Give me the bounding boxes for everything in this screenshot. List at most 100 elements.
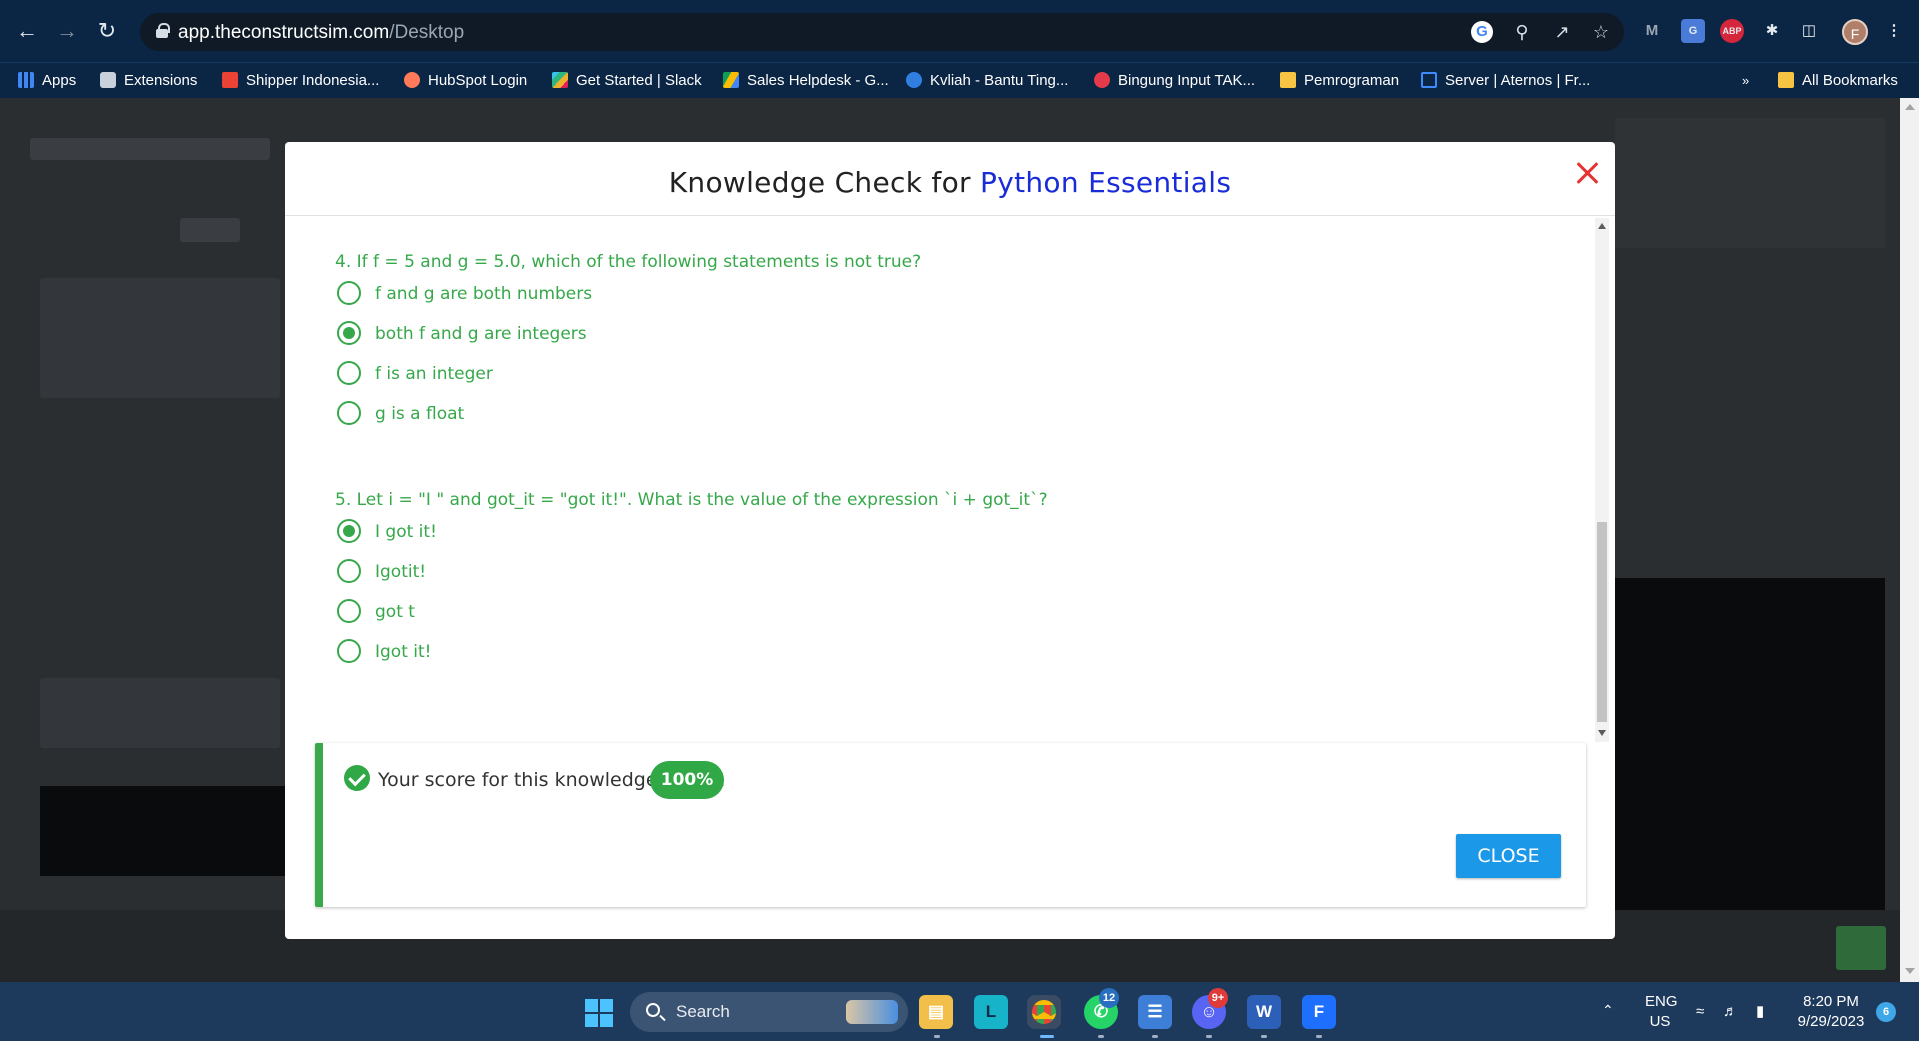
search-icon [646, 1003, 660, 1017]
folder-icon [1778, 72, 1794, 88]
scrollbar-thumb[interactable] [1597, 522, 1607, 722]
google-lens-icon[interactable]: G [1471, 21, 1493, 43]
slack-icon [552, 72, 568, 88]
active-indicator [1040, 1035, 1054, 1038]
back-arrow-icon[interactable]: ← [14, 18, 40, 44]
close-button[interactable]: CLOSE [1456, 834, 1561, 878]
scroll-down-icon[interactable] [1598, 730, 1606, 736]
forward-arrow-icon[interactable]: → [54, 18, 80, 44]
app-l-icon[interactable]: L [974, 995, 1008, 1029]
bookmark-shipper-indonesia[interactable]: Shipper Indonesia... [222, 63, 379, 99]
taskbar-search[interactable]: Search [630, 992, 908, 1032]
radio-button[interactable] [337, 281, 361, 305]
placeholder-block [1836, 926, 1886, 970]
bookmark-aternos[interactable]: Server | Aternos | Fr... [1421, 63, 1590, 99]
bookmark-extensions[interactable]: Extensions [100, 63, 197, 99]
all-bookmarks[interactable]: All Bookmarks [1778, 63, 1898, 99]
bookmark-bingung-input[interactable]: Bingung Input TAK... [1094, 63, 1255, 99]
folder-icon [1280, 72, 1296, 88]
search-highlight-icon [846, 1000, 898, 1024]
wifi-icon[interactable]: ≈ [1696, 1002, 1704, 1022]
address-bar[interactable]: app.theconstructsim.com/Desktop G ⚲ ↗ ☆ [140, 13, 1624, 51]
bookmark-label: HubSpot Login [428, 72, 528, 89]
placeholder-block [1615, 578, 1885, 948]
questions-area: 4. If f = 5 and g = 5.0, which of the fo… [285, 217, 1615, 743]
bookmark-slack[interactable]: Get Started | Slack [552, 63, 702, 99]
file-explorer-icon[interactable]: ▤ [919, 995, 953, 1029]
lock-icon[interactable] [156, 23, 170, 38]
side-panel-icon[interactable]: ◫ [1797, 19, 1821, 43]
modal-header: Knowledge Check for Python Essentials [285, 142, 1615, 216]
placeholder-block [40, 678, 280, 748]
option-label: I got it! [375, 522, 437, 542]
knowledge-check-modal: Knowledge Check for Python Essentials 4.… [285, 142, 1615, 939]
radio-button[interactable] [337, 639, 361, 663]
speaker-icon[interactable]: ♬ [1723, 1002, 1738, 1022]
app-f-icon[interactable]: F [1302, 995, 1336, 1029]
whatsapp-badge: 12 [1099, 988, 1119, 1008]
close-x-icon[interactable] [1572, 158, 1602, 188]
option-label: f is an integer [375, 364, 493, 384]
google-drive-icon [723, 72, 739, 88]
scroll-down-icon[interactable] [1905, 968, 1915, 974]
scroll-up-icon[interactable] [1905, 104, 1915, 110]
aternos-icon [1421, 72, 1437, 88]
question-4-text: 4. If f = 5 and g = 5.0, which of the fo… [335, 252, 922, 272]
menu-kebab-icon[interactable]: ⋮ [1882, 19, 1906, 43]
more-bookmarks-chevron-icon[interactable]: » [1742, 63, 1749, 99]
profile-avatar[interactable]: F [1842, 19, 1868, 45]
check-circle-icon [344, 765, 370, 791]
bookmark-pemrograman[interactable]: Pemrograman [1280, 63, 1399, 99]
notepad-icon[interactable]: ☰ [1138, 995, 1172, 1029]
windows-start-icon[interactable] [585, 999, 613, 1027]
key-icon[interactable]: ⚲ [1511, 21, 1533, 43]
chrome-icon[interactable] [1027, 995, 1061, 1029]
radio-button-selected[interactable] [337, 519, 361, 543]
clock-date: 9/29/2023 [1797, 1013, 1865, 1030]
reload-icon[interactable]: ↻ [94, 18, 120, 44]
adblock-icon[interactable]: ABP [1720, 19, 1744, 43]
url-text[interactable]: app.theconstructsim.com/Desktop [178, 22, 464, 44]
language-indicator[interactable]: ENG US [1645, 992, 1678, 1032]
running-indicator [1098, 1035, 1104, 1038]
bookmark-label: Extensions [124, 72, 198, 89]
tray-chevron-up-icon[interactable]: ⌃ [1602, 1000, 1614, 1020]
modal-scrollbar[interactable] [1595, 218, 1609, 742]
radio-button[interactable] [337, 559, 361, 583]
word-icon[interactable]: W [1247, 995, 1281, 1029]
bookmark-label: Server | Aternos | Fr... [1445, 72, 1591, 89]
notification-badge[interactable]: 6 [1876, 1002, 1896, 1022]
kvliah-icon [906, 72, 922, 88]
search-label: Search [676, 1002, 730, 1021]
bookmark-sales-helpdesk[interactable]: Sales Helpdesk - G... [723, 63, 889, 99]
discord-badge: 9+ [1208, 988, 1228, 1008]
page-scrollbar[interactable] [1900, 98, 1919, 982]
placeholder-block [30, 138, 270, 160]
google-translate-icon[interactable]: G [1681, 19, 1705, 43]
running-indicator [1261, 1035, 1267, 1038]
browser-chrome: ← → ↻ app.theconstructsim.com/Desktop G … [0, 0, 1919, 98]
clock[interactable]: 8:20 PM 9/29/2023 [1791, 992, 1871, 1032]
bookmark-star-icon[interactable]: ☆ [1590, 21, 1612, 43]
running-indicator [1316, 1035, 1322, 1038]
bookmark-hubspot[interactable]: HubSpot Login [404, 63, 527, 99]
modal-title: Knowledge Check for Python Essentials [285, 166, 1615, 199]
extension-m-icon[interactable]: M [1640, 19, 1664, 43]
battery-icon[interactable]: ▮ [1756, 1002, 1764, 1022]
extensions-puzzle-icon[interactable]: ✱ [1760, 19, 1784, 43]
bookmark-apps[interactable]: Apps [18, 63, 76, 99]
region-code: US [1649, 1013, 1671, 1030]
radio-button[interactable] [337, 401, 361, 425]
bookmark-kvliah[interactable]: Kvliah - Bantu Ting... [906, 63, 1068, 99]
bookmark-label: Kvliah - Bantu Ting... [930, 72, 1069, 89]
radio-button[interactable] [337, 599, 361, 623]
scroll-up-icon[interactable] [1598, 223, 1606, 229]
share-icon[interactable]: ↗ [1551, 21, 1573, 43]
radio-button[interactable] [337, 361, 361, 385]
bookmarks-bar: Apps Extensions Shipper Indonesia... Hub… [0, 62, 1919, 98]
radio-button-selected[interactable] [337, 321, 361, 345]
language-code: ENG [1645, 993, 1678, 1010]
option-label: f and g are both numbers [375, 284, 593, 304]
running-indicator [934, 1035, 940, 1038]
url-host: app.theconstructsim.com [178, 22, 390, 43]
